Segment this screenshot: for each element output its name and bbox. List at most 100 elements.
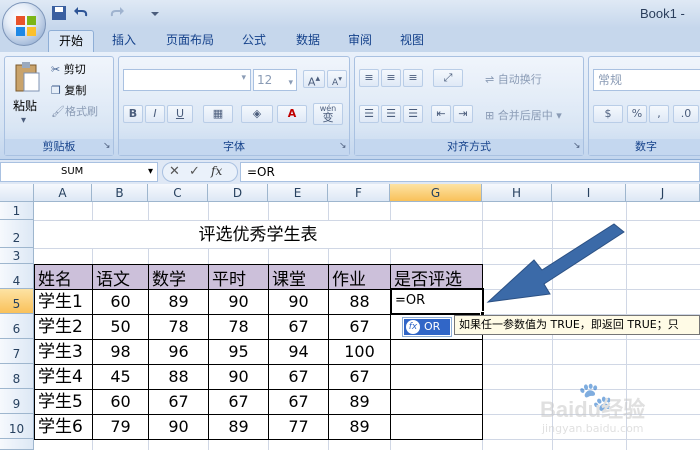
percent-button[interactable]: %: [627, 105, 647, 123]
tab-review[interactable]: 审阅: [342, 30, 378, 52]
redo-icon[interactable]: [108, 5, 126, 21]
bold-button[interactable]: B: [123, 105, 143, 123]
decrease-indent-button[interactable]: ⇤: [431, 105, 451, 123]
cell-chinese[interactable]: 98: [93, 340, 149, 365]
name-box[interactable]: SUM ▾: [0, 162, 158, 182]
align-top-button[interactable]: ≡: [359, 69, 379, 87]
fill-color-button[interactable]: ◈: [241, 105, 273, 123]
font-name-input[interactable]: ▾: [123, 69, 251, 91]
tab-page-layout[interactable]: 页面布局: [158, 30, 222, 52]
header-cell-chinese[interactable]: 语文: [93, 265, 149, 290]
cell-name[interactable]: 学生6: [35, 415, 93, 440]
undo-icon[interactable]: [72, 5, 90, 21]
select-all-corner[interactable]: [0, 184, 34, 202]
name-box-dropdown-icon[interactable]: ▾: [148, 163, 153, 181]
underline-button[interactable]: U: [167, 105, 193, 123]
row-header-7[interactable]: 7: [0, 339, 34, 364]
cell-selected[interactable]: [391, 415, 483, 440]
align-center-button[interactable]: ☰: [381, 105, 401, 123]
shrink-font-button[interactable]: A▾: [327, 70, 347, 88]
cell-math[interactable]: 67: [149, 390, 209, 415]
row-header-9[interactable]: 9: [0, 389, 34, 414]
cell-name[interactable]: 学生4: [35, 365, 93, 390]
qat-dropdown-icon[interactable]: [146, 5, 164, 21]
cell-math[interactable]: 90: [149, 415, 209, 440]
cell-class[interactable]: 67: [269, 315, 329, 340]
font-size-dropdown-icon[interactable]: ▾: [288, 73, 293, 93]
merge-center-button[interactable]: ⊞ 合并后居中 ▾: [485, 107, 562, 123]
insert-function-button[interactable]: fx: [211, 164, 222, 178]
autocomplete-item-or[interactable]: fx OR: [404, 319, 450, 335]
border-button[interactable]: ▦: [203, 105, 233, 123]
cell-math[interactable]: 96: [149, 340, 209, 365]
cell-class[interactable]: 90: [269, 290, 329, 315]
cell-name[interactable]: 学生2: [35, 315, 93, 340]
row-header-6[interactable]: 6: [0, 314, 34, 339]
cell-regular[interactable]: 89: [209, 415, 269, 440]
sheet-title[interactable]: 评选优秀学生表: [35, 221, 481, 248]
font-size-input[interactable]: 12 ▾: [253, 69, 297, 91]
cell-chinese[interactable]: 45: [93, 365, 149, 390]
row-header-2[interactable]: 2: [0, 220, 34, 248]
cell-class[interactable]: 77: [269, 415, 329, 440]
paste-button[interactable]: 粘贴: [13, 97, 37, 114]
tab-insert[interactable]: 插入: [104, 30, 144, 52]
orientation-button[interactable]: ⤢: [433, 69, 463, 87]
header-cell-homework[interactable]: 作业: [329, 265, 391, 290]
cell-regular[interactable]: 67: [209, 390, 269, 415]
row-header-11[interactable]: [0, 439, 34, 450]
column-header-j[interactable]: J: [626, 184, 700, 202]
cell-homework[interactable]: 67: [329, 315, 391, 340]
tab-data[interactable]: 数据: [290, 30, 326, 52]
cell-homework[interactable]: 67: [329, 365, 391, 390]
column-header-d[interactable]: D: [208, 184, 268, 202]
formula-input[interactable]: =OR: [240, 162, 700, 182]
font-launcher-icon[interactable]: ↘: [339, 141, 347, 151]
row-header-8[interactable]: 8: [0, 364, 34, 389]
phonetic-button[interactable]: wén 变: [313, 103, 343, 125]
cell-math[interactable]: 88: [149, 365, 209, 390]
cell-chinese[interactable]: 60: [93, 290, 149, 315]
cell-class[interactable]: 67: [269, 365, 329, 390]
row-header-1[interactable]: 1: [0, 202, 34, 220]
cell-name[interactable]: 学生5: [35, 390, 93, 415]
copy-button[interactable]: ❐ 复制: [51, 82, 86, 98]
cell-regular[interactable]: 90: [209, 365, 269, 390]
enter-check-icon[interactable]: ✓: [189, 164, 200, 179]
increase-indent-button[interactable]: ⇥: [453, 105, 473, 123]
cell-selected[interactable]: [391, 365, 483, 390]
office-button[interactable]: [2, 2, 46, 46]
font-color-button[interactable]: A: [277, 105, 307, 123]
save-icon[interactable]: [50, 5, 68, 21]
merge-dropdown-icon[interactable]: ▾: [556, 109, 562, 122]
cell-class[interactable]: 94: [269, 340, 329, 365]
number-format-select[interactable]: 常规: [593, 69, 700, 91]
clipboard-launcher-icon[interactable]: ↘: [103, 141, 111, 151]
cell-homework[interactable]: 100: [329, 340, 391, 365]
format-painter-button[interactable]: 🖌格式刷: [51, 103, 98, 119]
cell-math[interactable]: 89: [149, 290, 209, 315]
cell-chinese[interactable]: 50: [93, 315, 149, 340]
cell-class[interactable]: 67: [269, 390, 329, 415]
column-header-a[interactable]: A: [34, 184, 92, 202]
paste-icon[interactable]: [13, 61, 41, 93]
align-right-button[interactable]: ☰: [403, 105, 423, 123]
header-cell-selected[interactable]: 是否评选: [391, 265, 483, 290]
tab-view[interactable]: 视图: [394, 30, 430, 52]
cell-regular[interactable]: 78: [209, 315, 269, 340]
align-left-button[interactable]: ☰: [359, 105, 379, 123]
cancel-icon[interactable]: ✕: [169, 164, 180, 179]
grow-font-button[interactable]: A▴: [303, 70, 325, 89]
comma-button[interactable]: ,: [649, 105, 669, 123]
cell-homework[interactable]: 89: [329, 390, 391, 415]
cell-selected[interactable]: [391, 390, 483, 415]
row-header-10[interactable]: 10: [0, 414, 34, 439]
cell-homework[interactable]: 88: [329, 290, 391, 315]
align-bottom-button[interactable]: ≡: [403, 69, 423, 87]
currency-button[interactable]: $: [593, 105, 623, 123]
column-header-f[interactable]: F: [328, 184, 390, 202]
cell-name[interactable]: 学生3: [35, 340, 93, 365]
tab-formulas[interactable]: 公式: [236, 30, 272, 52]
row-header-5[interactable]: 5: [0, 289, 34, 314]
cell-name[interactable]: 学生1: [35, 290, 93, 315]
